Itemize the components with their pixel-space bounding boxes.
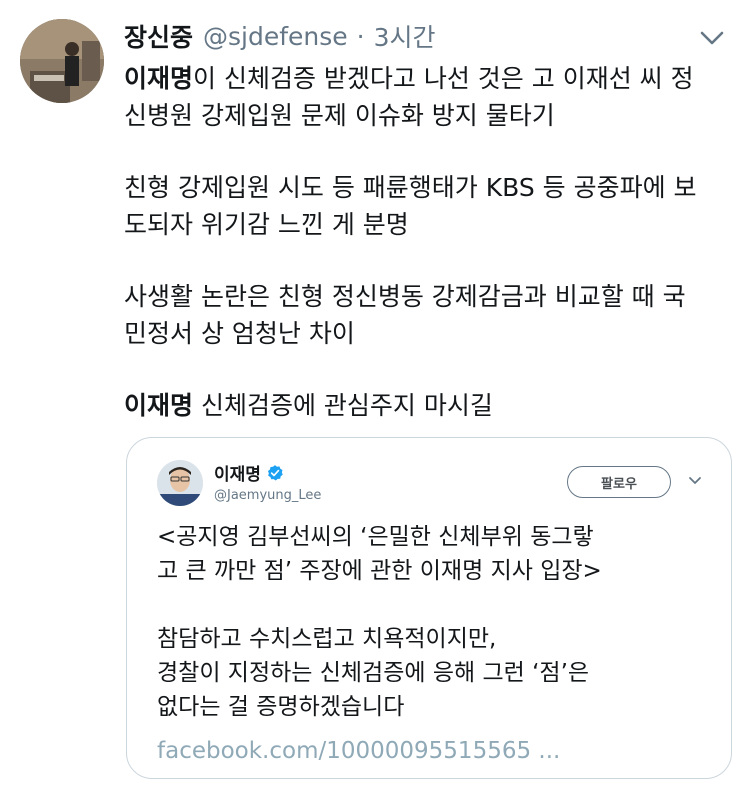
tweet-line: 이재명 신체검증에 관심주지 마시길 bbox=[124, 387, 734, 424]
quoted-line: <공지영 김부선씨의 ‘은밀한 신체부위 동그랗 bbox=[157, 524, 594, 550]
line-text: 신병원 강제입원 문제 이슈화 방지 물타기 bbox=[124, 101, 555, 130]
quoted-author-handle[interactable]: @Jaemyung_Lee bbox=[214, 488, 321, 503]
mention-bold: 이재명 bbox=[124, 391, 194, 420]
verified-badge-icon bbox=[267, 464, 283, 480]
quoted-paragraph: <공지영 김부선씨의 ‘은밀한 신체부위 동그랗 고 큰 까만 점’ 주장에 관… bbox=[157, 520, 717, 588]
line-text: 민정서 상 엄청난 차이 bbox=[124, 319, 355, 348]
tweet-paragraph: 친형 강제입원 시도 등 패륜행태가 KBS 등 공중파에 보 도되자 위기감 … bbox=[124, 169, 734, 243]
author-name[interactable]: 장신중 bbox=[124, 18, 193, 54]
line-text: 도되자 위기감 느낀 게 분명 bbox=[124, 210, 409, 239]
author-handle[interactable]: @sjdefense bbox=[203, 22, 348, 51]
line-text: 친형 강제입원 시도 등 패륜행태가 KBS 등 공중파에 보 bbox=[124, 173, 697, 202]
mention-bold: 이재명 bbox=[124, 64, 194, 93]
follow-button[interactable]: 팔로우 bbox=[567, 466, 671, 498]
tweet-line: 도되자 위기감 느낀 게 분명 bbox=[124, 206, 734, 243]
tweet-timestamp[interactable]: 3시간 bbox=[374, 18, 436, 54]
tweet-line: 사생활 논란은 친형 정신병동 강제감금과 비교할 때 국 bbox=[124, 278, 734, 315]
tweet-line: 민정서 상 엄청난 차이 bbox=[124, 315, 734, 352]
tweet-paragraph: 이재명이 신체검증 받겠다고 나선 것은 고 이재선 씨 정 신병원 강제입원 … bbox=[124, 60, 734, 134]
quoted-paragraph: 참담하고 수치스럽고 치욕적이지만, 경찰이 지정하는 신체검증에 응해 그런 … bbox=[157, 622, 717, 724]
tweet-line: 친형 강제입원 시도 등 패륜행태가 KBS 등 공중파에 보 bbox=[124, 169, 734, 206]
quoted-avatar[interactable] bbox=[157, 460, 203, 506]
quoted-tweet-text: <공지영 김부선씨의 ‘은밀한 신체부위 동그랗 고 큰 까만 점’ 주장에 관… bbox=[157, 520, 717, 758]
chevron-down-icon[interactable] bbox=[695, 24, 729, 52]
tweet-paragraph: 이재명 신체검증에 관심주지 마시길 bbox=[124, 387, 734, 424]
author-avatar[interactable] bbox=[20, 19, 104, 103]
quoted-link[interactable]: facebook.com/10000095515565 ... bbox=[157, 738, 560, 764]
separator-dot: · bbox=[356, 21, 365, 51]
line-text: 이 신체검증 받겠다고 나선 것은 고 이재선 씨 정 bbox=[193, 64, 694, 93]
quoted-line: 경찰이 지정하는 신체검증에 응해 그런 ‘점’은 bbox=[157, 660, 590, 686]
quoted-author-name[interactable]: 이재명 bbox=[214, 460, 261, 485]
author-photo bbox=[20, 19, 104, 103]
quoted-avatar-photo bbox=[157, 460, 203, 506]
tweet-paragraph: 사생활 논란은 친형 정신병동 강제감금과 비교할 때 국 민정서 상 엄청난 … bbox=[124, 278, 734, 352]
quoted-line: 참담하고 수치스럽고 치욕적이지만, bbox=[157, 626, 497, 652]
tweet-line: 신병원 강제입원 문제 이슈화 방지 물타기 bbox=[124, 97, 734, 134]
chevron-down-icon[interactable] bbox=[687, 474, 703, 488]
quoted-line: 고 큰 까만 점’ 주장에 관한 이재명 지사 입장> bbox=[157, 558, 602, 584]
quoted-line: 없다는 걸 증명하겠습니다 bbox=[157, 694, 405, 720]
tweet-header: 장신중 @sjdefense · 3시간 bbox=[124, 18, 436, 54]
tweet-line: 이재명이 신체검증 받겠다고 나선 것은 고 이재선 씨 정 bbox=[124, 60, 734, 97]
line-text: 신체검증에 관심주지 마시길 bbox=[193, 391, 493, 420]
line-text: 사생활 논란은 친형 정신병동 강제감금과 비교할 때 국 bbox=[124, 282, 686, 311]
quoted-tweet-card[interactable]: 이재명 @Jaemyung_Lee 팔로우 <공지영 김부선씨의 ‘은밀한 신체… bbox=[126, 437, 732, 779]
quoted-name-row: 이재명 bbox=[214, 460, 284, 485]
tweet-text: 이재명이 신체검증 받겠다고 나선 것은 고 이재선 씨 정 신병원 강제입원 … bbox=[124, 60, 734, 424]
